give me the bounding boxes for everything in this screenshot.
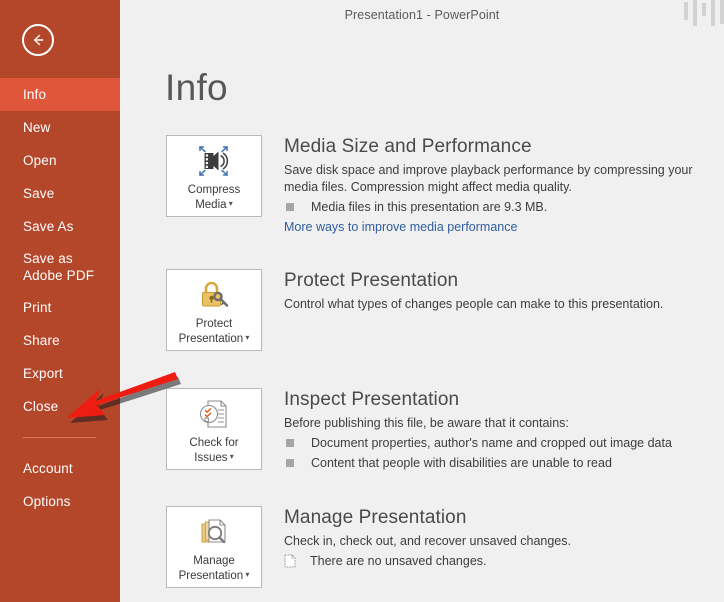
section-body-inspect: Inspect Presentation Before publishing t…	[284, 388, 721, 472]
square-bullet-icon	[286, 439, 294, 447]
back-button[interactable]	[22, 24, 54, 56]
section-description-manage: Check in, check out, and recover unsaved…	[284, 533, 714, 550]
sidebar-item-open[interactable]: Open	[0, 144, 120, 177]
dropdown-caret-icon[interactable]: ▾	[243, 570, 249, 579]
backstage-nav: Info New Open Save Save As Save as Adobe…	[0, 78, 120, 518]
sidebar-item-share[interactable]: Share	[0, 324, 120, 357]
dropdown-caret-icon[interactable]: ▾	[228, 452, 234, 461]
sidebar-divider	[23, 437, 96, 438]
close-glyph[interactable]	[702, 3, 706, 16]
compress-media-icon	[167, 136, 261, 182]
section-heading-manage: Manage Presentation	[284, 506, 721, 530]
dashed-document-bullet-icon	[284, 554, 296, 568]
check-for-issues-label-line1: Check for	[189, 437, 238, 449]
protect-presentation-button[interactable]: Protect Presentation ▾	[166, 269, 262, 351]
window-control-bar-4[interactable]	[711, 0, 715, 26]
bullet-media-size: Media files in this presentation are 9.3…	[284, 199, 721, 216]
sidebar-item-info[interactable]: Info	[0, 78, 120, 111]
compress-media-label-line1: Compress	[188, 184, 240, 196]
section-heading-media: Media Size and Performance	[284, 135, 721, 159]
powerpoint-backstage-view: Presentation1 - PowerPoint Info New Open…	[0, 0, 724, 602]
sidebar-item-save-as-adobe-pdf[interactable]: Save as Adobe PDF	[0, 243, 120, 291]
square-bullet-icon	[286, 203, 294, 211]
lock-key-icon	[167, 270, 261, 316]
sidebar-item-options[interactable]: Options	[0, 485, 120, 518]
dropdown-caret-icon[interactable]: ▾	[227, 199, 233, 208]
manage-presentation-label-line1: Manage	[193, 555, 235, 567]
section-body-protect: Protect Presentation Control what types …	[284, 269, 721, 313]
backstage-sidebar: Info New Open Save Save As Save as Adobe…	[0, 0, 120, 602]
sidebar-item-export[interactable]: Export	[0, 357, 120, 390]
section-heading-inspect: Inspect Presentation	[284, 388, 721, 412]
bullet-text-media-size: Media files in this presentation are 9.3…	[311, 199, 547, 216]
restore-glyph[interactable]	[693, 0, 697, 26]
inspect-document-icon	[167, 389, 261, 435]
section-description-media: Save disk space and improve playback per…	[284, 162, 714, 196]
bullet-document-properties: Document properties, author's name and c…	[284, 435, 721, 452]
manage-presentation-label: Manage Presentation ▾	[167, 553, 261, 583]
sidebar-item-close[interactable]: Close	[0, 390, 120, 423]
bullet-text-accessibility: Content that people with disabilities ar…	[311, 455, 612, 472]
square-bullet-icon	[286, 459, 294, 467]
sidebar-item-save[interactable]: Save	[0, 177, 120, 210]
compress-media-label-line2: Media	[195, 199, 226, 211]
window-controls[interactable]	[680, 0, 724, 26]
section-description-inspect: Before publishing this file, be aware th…	[284, 415, 714, 432]
more-ways-media-performance-link[interactable]: More ways to improve media performance	[284, 220, 517, 234]
dropdown-caret-icon[interactable]: ▾	[243, 333, 249, 342]
sidebar-item-account[interactable]: Account	[0, 452, 120, 485]
backstage-main-panel: Info	[120, 30, 724, 602]
bullet-unsaved-changes: There are no unsaved changes.	[284, 553, 721, 570]
manage-presentation-label-line2: Presentation	[179, 570, 244, 582]
sidebar-item-save-as[interactable]: Save As	[0, 210, 120, 243]
check-for-issues-label: Check for Issues ▾	[167, 435, 261, 465]
check-for-issues-label-line2: Issues	[194, 452, 227, 464]
minimize-glyph[interactable]	[684, 2, 688, 20]
title-bar: Presentation1 - PowerPoint	[120, 0, 724, 30]
bullet-text-document-properties: Document properties, author's name and c…	[311, 435, 672, 452]
manage-versions-icon	[167, 507, 261, 553]
compress-media-label: Compress Media ▾	[167, 182, 261, 212]
section-description-protect: Control what types of changes people can…	[284, 296, 714, 313]
manage-presentation-button[interactable]: Manage Presentation ▾	[166, 506, 262, 588]
section-heading-protect: Protect Presentation	[284, 269, 721, 293]
bullet-accessibility: Content that people with disabilities ar…	[284, 455, 721, 472]
page-title: Info	[165, 67, 228, 109]
window-title: Presentation1 - PowerPoint	[120, 8, 724, 22]
section-body-manage: Manage Presentation Check in, check out,…	[284, 506, 721, 570]
sidebar-item-new[interactable]: New	[0, 111, 120, 144]
bullet-text-unsaved-changes: There are no unsaved changes.	[310, 553, 487, 570]
check-for-issues-button[interactable]: Check for Issues ▾	[166, 388, 262, 470]
window-control-bar-5[interactable]	[720, 0, 724, 24]
sidebar-item-print[interactable]: Print	[0, 291, 120, 324]
protect-presentation-label-line2: Presentation	[179, 333, 244, 345]
protect-presentation-label: Protect Presentation ▾	[167, 316, 261, 346]
compress-media-button[interactable]: Compress Media ▾	[166, 135, 262, 217]
protect-presentation-label-line1: Protect	[196, 318, 232, 330]
section-body-media: Media Size and Performance Save disk spa…	[284, 135, 721, 236]
back-arrow-icon	[28, 30, 48, 50]
